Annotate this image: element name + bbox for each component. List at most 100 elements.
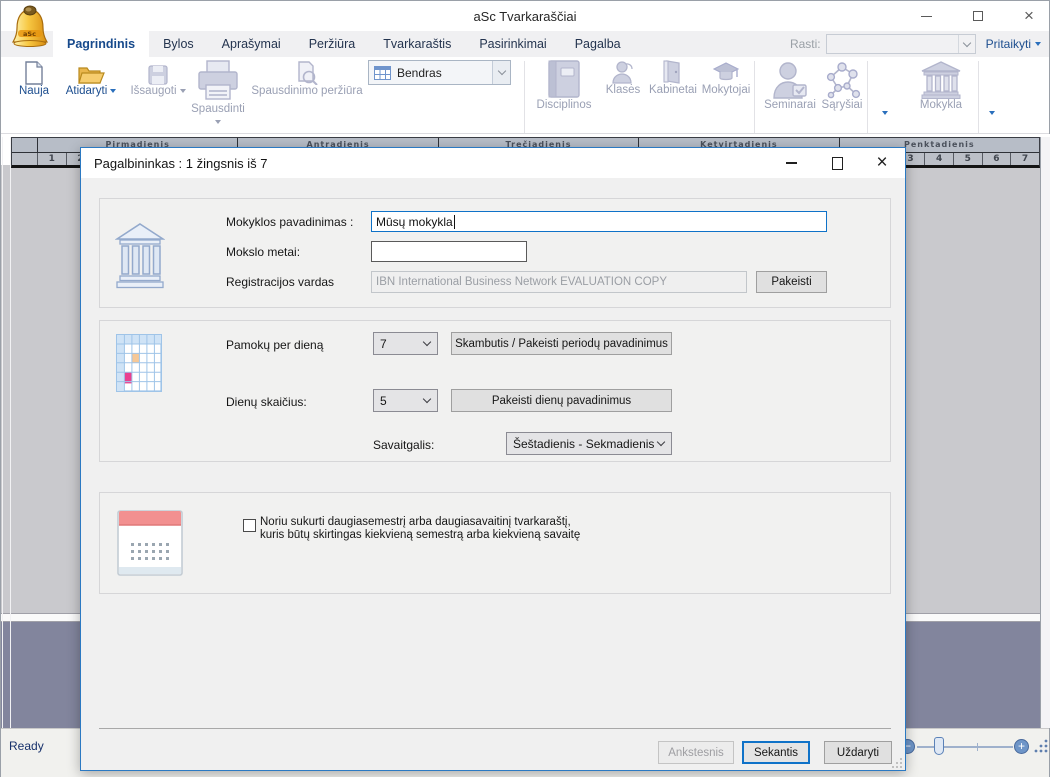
dialog-minimize-button[interactable] — [773, 148, 809, 178]
multiweek-checkbox-label[interactable]: Noriu sukurti daugiasemestrį arba daugia… — [260, 516, 580, 542]
subjects-label: Disciplinos — [529, 99, 599, 111]
dialog-resize-grip[interactable] — [891, 756, 903, 774]
person-check-icon — [758, 57, 822, 99]
svg-text:aSc: aSc — [23, 30, 36, 38]
seminars-button: Seminarai — [758, 57, 822, 111]
classes-label: Klasės — [601, 84, 645, 96]
close-button[interactable]: × — [1009, 1, 1049, 31]
app-title: aSc Tvarkaraščiai — [1, 9, 1049, 24]
close-dialog-button[interactable]: Uždaryti — [824, 741, 892, 764]
minimize-button[interactable] — [906, 1, 946, 31]
school-year-label: Mokslo metai: — [226, 245, 300, 259]
chevron-down-icon — [423, 395, 431, 403]
bells-rename-periods-button[interactable]: Skambutis / Pakeisti periodų pavadinimus — [451, 332, 672, 355]
gallery-expand-button[interactable] — [989, 115, 995, 133]
teachers-button: Mokytojai — [699, 59, 753, 96]
school-button: Mokykla — [906, 57, 976, 111]
close-icon: × — [876, 157, 887, 169]
days-count-value: 5 — [380, 394, 387, 408]
view-combo-dropdown-button[interactable] — [492, 61, 510, 84]
classes-button: Klasės — [601, 59, 645, 96]
school-label: Mokykla — [906, 99, 976, 111]
app-window: aSc Tvarkaraščiai × aSc Pagrindinis Bylo… — [0, 0, 1050, 777]
ribbon-separator — [867, 61, 868, 133]
minimize-icon — [921, 16, 932, 17]
bank-icon — [115, 222, 165, 295]
new-button[interactable]: Nauja — [11, 59, 57, 97]
registration-value: IBN International Business Network EVALU… — [376, 276, 667, 288]
dialog-titlebar[interactable]: Pagalbininkas : 1 žingsnis iš 7 × — [81, 148, 905, 178]
open-folder-icon — [58, 59, 124, 85]
zoom-slider-tick — [977, 743, 978, 751]
find-dropdown-button[interactable] — [958, 35, 975, 53]
tab-pasirinkimai[interactable]: Pasirinkimai — [465, 31, 560, 57]
find-group: Rasti: Pritaikyti — [790, 31, 1049, 57]
apply-button[interactable]: Pritaikyti — [986, 37, 1041, 51]
rename-days-button[interactable]: Pakeisti dienų pavadinimus — [451, 389, 672, 412]
text-caret — [454, 215, 455, 229]
period-header: 7 — [1010, 153, 1039, 165]
periods-per-day-value: 7 — [380, 337, 387, 351]
find-input[interactable] — [826, 34, 976, 54]
close-icon: × — [1024, 11, 1034, 21]
resize-grip[interactable] — [1033, 738, 1049, 759]
period-header: 4 — [924, 153, 953, 165]
school-year-input[interactable] — [371, 241, 527, 262]
maximize-button[interactable] — [958, 1, 998, 31]
school-name-input[interactable]: Mūsų mokykla — [371, 211, 827, 232]
weekend-value: Šeštadienis - Sekmadienis — [513, 437, 654, 451]
table-grid-icon — [374, 66, 391, 80]
chevron-down-icon — [657, 438, 665, 446]
open-button[interactable]: Atidaryti — [58, 59, 124, 97]
days-count-combo[interactable]: 5 — [373, 389, 438, 412]
subjects-button: Disciplinos — [529, 57, 599, 111]
period-header: 5 — [953, 153, 982, 165]
zoom-slider-thumb[interactable] — [934, 737, 944, 755]
previous-button: Ankstesnis — [658, 741, 734, 764]
vertical-scrollbar[interactable] — [1040, 137, 1050, 728]
zoom-slider-track[interactable] — [917, 746, 1013, 748]
find-label: Rasti: — [790, 37, 821, 51]
tab-perziura[interactable]: Peržiūra — [295, 31, 370, 57]
dialog-close-button[interactable]: × — [864, 148, 900, 178]
network-icon — [818, 57, 866, 99]
open-label: Atidaryti — [66, 85, 108, 97]
print-label: Spausdinti — [189, 103, 247, 115]
chevron-down-icon — [423, 338, 431, 346]
ribbon: Nauja Atidaryti Išsaugoti Spausdinti — [1, 57, 1049, 134]
tabs: Pagrindinis Bylos Aprašymai Peržiūra Tva… — [1, 31, 635, 57]
timetable-grid-icon — [116, 334, 162, 397]
save-label: Išsaugoti — [130, 85, 176, 97]
save-button: Išsaugoti — [126, 59, 190, 97]
period-header: 6 — [982, 153, 1011, 165]
new-label: Nauja — [11, 85, 57, 97]
dialog-title: Pagalbininkas : 1 žingsnis iš 7 — [94, 156, 267, 171]
tab-pagrindinis[interactable]: Pagrindinis — [53, 31, 149, 57]
zoom-in-button[interactable]: + — [1014, 739, 1029, 754]
teachers-label: Mokytojai — [699, 84, 753, 96]
dialog-footer-separator — [99, 728, 891, 729]
next-button[interactable]: Sekantis — [742, 741, 810, 764]
periods-per-day-combo[interactable]: 7 — [373, 332, 438, 355]
tab-aprasymai[interactable]: Aprašymai — [208, 31, 295, 57]
door-icon — [647, 59, 699, 84]
change-registration-button[interactable]: Pakeisti — [756, 271, 827, 293]
new-document-icon — [11, 59, 57, 85]
tab-tvarkarastis[interactable]: Tvarkaraštis — [369, 31, 465, 57]
book-icon — [529, 57, 599, 99]
ribbon-separator — [524, 61, 525, 133]
multiweek-checkbox[interactable] — [243, 519, 256, 532]
tab-bylos[interactable]: Bylos — [149, 31, 208, 57]
chevron-down-icon — [215, 120, 221, 124]
weekend-combo[interactable]: Šeštadienis - Sekmadienis — [506, 432, 672, 455]
view-combo[interactable]: Bendras — [368, 60, 511, 85]
chevron-down-icon — [110, 89, 116, 93]
maximize-icon — [973, 11, 983, 21]
gallery-expand-button[interactable] — [882, 115, 888, 133]
seminars-label: Seminarai — [758, 99, 822, 111]
app-logo-bell-icon[interactable]: aSc — [9, 4, 51, 56]
chevron-down-icon — [962, 38, 970, 46]
relations-button: Sąryšiai — [818, 57, 866, 111]
dialog-maximize-button[interactable] — [819, 148, 855, 178]
tab-pagalba[interactable]: Pagalba — [561, 31, 635, 57]
